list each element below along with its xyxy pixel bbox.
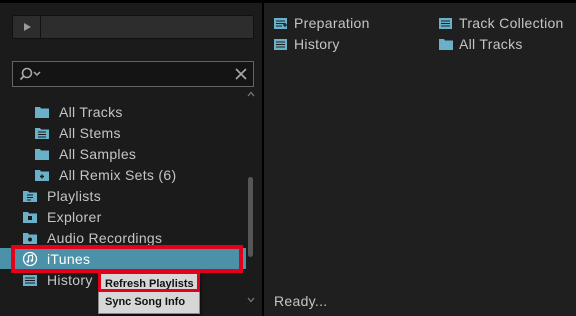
folder-icon: [34, 147, 50, 161]
favorite-all-tracks[interactable]: All Tracks: [439, 36, 523, 52]
tree-item-label: Explorer: [47, 208, 102, 225]
track-collection-icon: [439, 17, 453, 30]
folder-icon: [34, 105, 50, 119]
stems-icon: [34, 126, 50, 140]
tree-item-all-stems[interactable]: All Stems: [0, 122, 246, 143]
history-icon: [22, 273, 38, 287]
favorite-track-collection[interactable]: Track Collection: [439, 15, 564, 31]
scroll-down-icon[interactable]: [247, 297, 255, 303]
tree-item-all-remix-sets[interactable]: All Remix Sets (6): [0, 164, 246, 185]
itunes-highlight-box: [11, 245, 243, 273]
tree-item-label: All Remix Sets (6): [59, 166, 177, 183]
browser-tree-panel: All Tracks All Stems All Samples All Rem…: [0, 0, 262, 316]
tree-item-label: Audio Recordings: [47, 229, 163, 246]
favorite-label: All Tracks: [459, 36, 523, 52]
tree-item-all-samples[interactable]: All Samples: [0, 143, 246, 164]
tree-item-label: All Samples: [59, 145, 137, 162]
play-icon: [23, 23, 31, 31]
history-icon: [274, 38, 288, 51]
favorite-label: Track Collection: [459, 15, 564, 31]
explorer-folder-icon: [22, 210, 38, 224]
favorite-label: Preparation: [294, 15, 370, 31]
tree-item-explorer[interactable]: Explorer: [0, 206, 246, 227]
tree-scrollbar[interactable]: [246, 87, 256, 316]
search-icon[interactable]: [19, 67, 43, 86]
preview-player: [12, 15, 254, 39]
tree-item-playlists[interactable]: Playlists: [0, 185, 246, 206]
preview-play-button[interactable]: [13, 16, 41, 38]
tree-item-label: Playlists: [47, 187, 102, 204]
scroll-up-icon[interactable]: [247, 91, 255, 97]
tree-item-label: All Stems: [59, 124, 121, 141]
folder-icon: [439, 38, 453, 51]
favorite-history[interactable]: History: [274, 36, 340, 52]
playlist-folder-icon: [22, 189, 38, 203]
favorites-panel: Preparation Track Collection History All…: [262, 0, 576, 316]
scrollbar-thumb[interactable]: [248, 177, 253, 257]
clear-search-icon[interactable]: [235, 67, 247, 85]
sync-song-info-menu-item[interactable]: Sync Song Info: [105, 293, 185, 311]
favorite-label: History: [294, 36, 340, 52]
tree-item-label: All Tracks: [59, 103, 123, 120]
favorite-preparation[interactable]: Preparation: [274, 15, 370, 31]
remix-set-icon: [34, 168, 50, 182]
tree-item-all-tracks[interactable]: All Tracks: [0, 101, 246, 122]
refresh-highlight-box: [98, 271, 200, 292]
recordings-folder-icon: [22, 231, 38, 245]
tree-item-label: History: [47, 271, 93, 288]
search-field[interactable]: [12, 61, 254, 87]
preparation-icon: [274, 17, 288, 30]
status-text: Ready...: [274, 293, 328, 309]
